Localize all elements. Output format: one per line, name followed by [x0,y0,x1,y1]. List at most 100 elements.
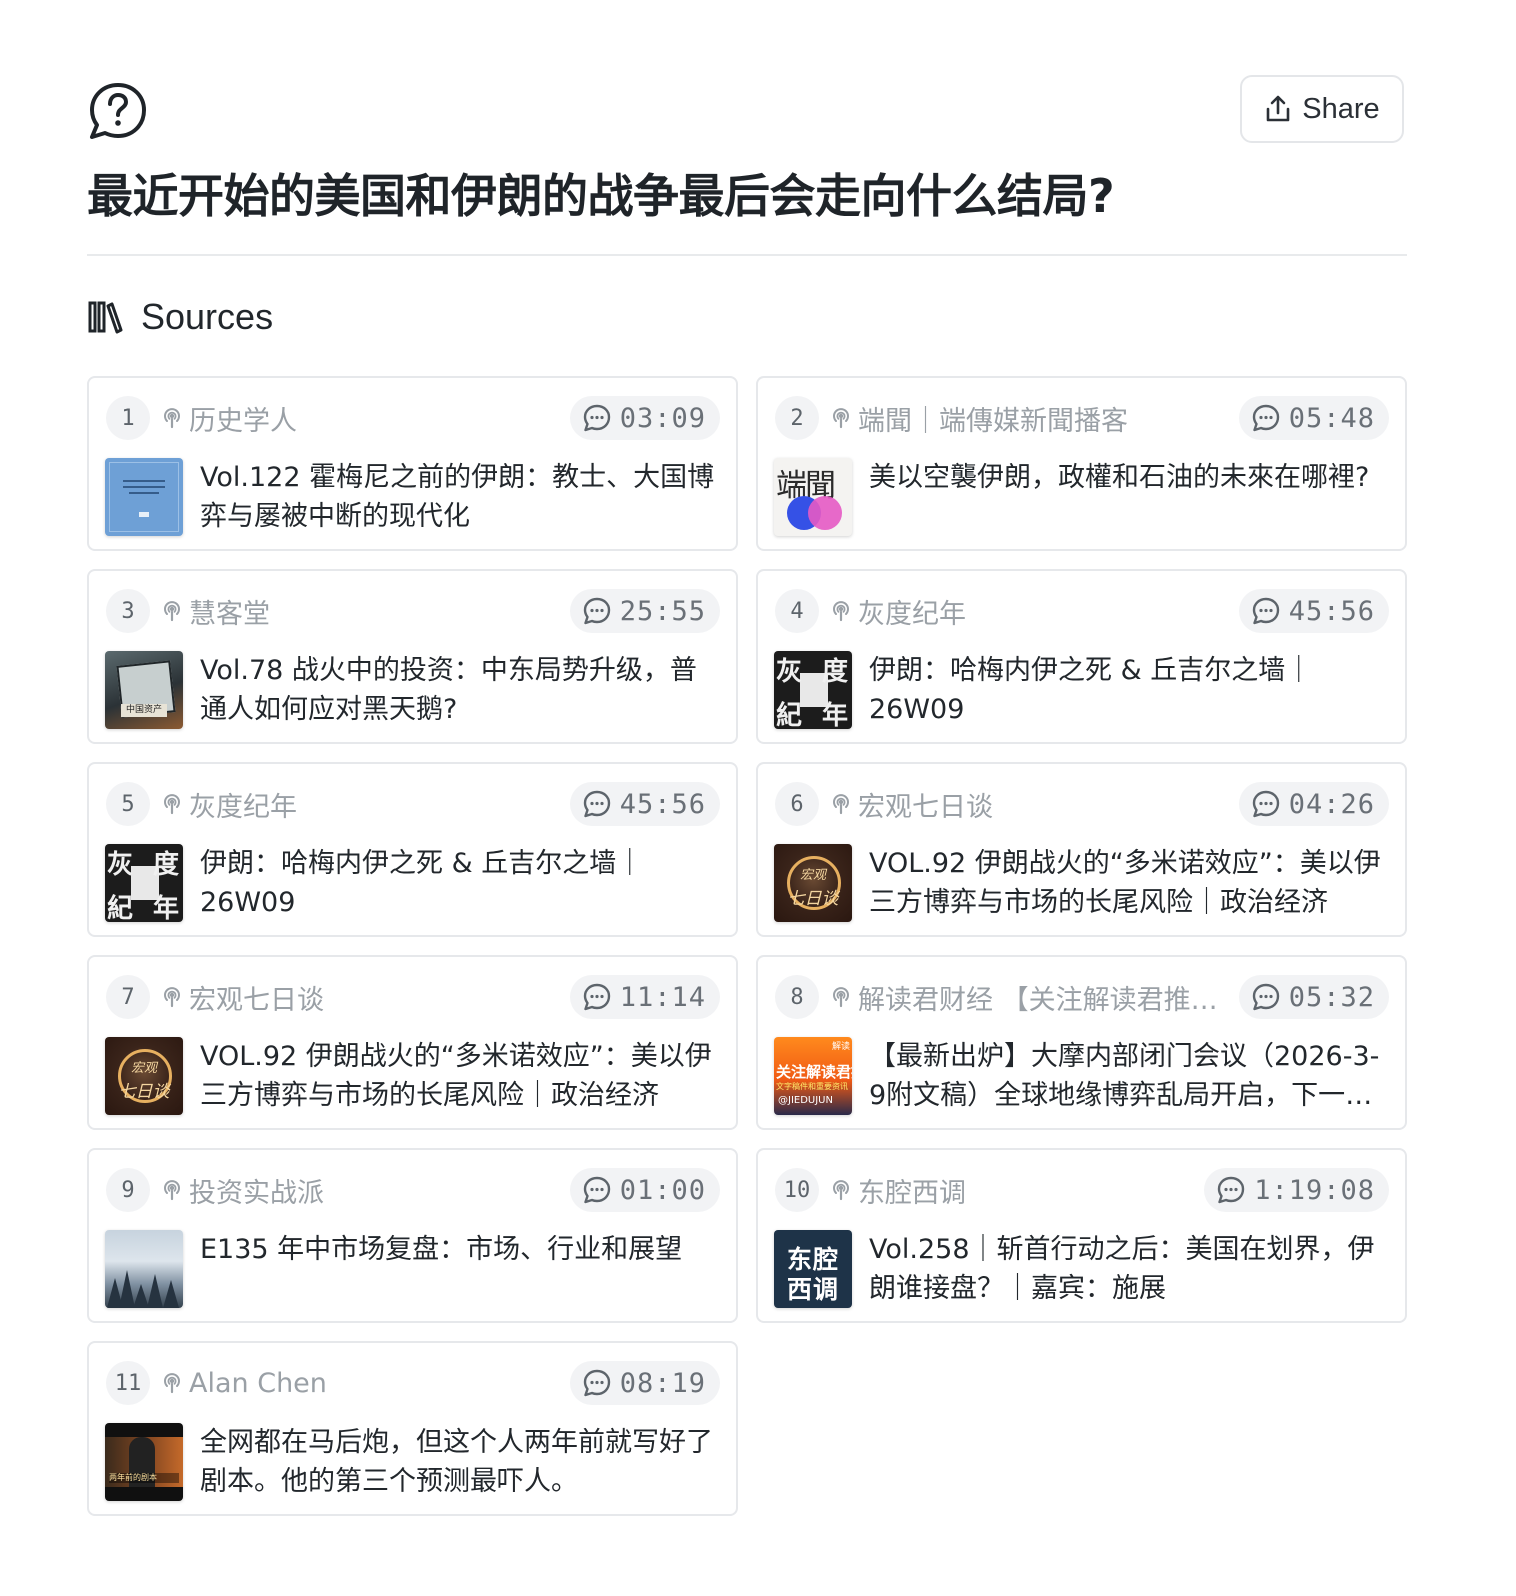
episode-title[interactable]: E135 年中市场复盘：市场、行业和展望 [200,1230,682,1269]
podcast-name: 解读君财经 【关注解读君推特】 [858,984,1227,1016]
timestamp: 25:55 [619,595,706,627]
source-meta: 1 历史学人 03:09 [106,396,720,440]
timestamp: 11:14 [619,981,706,1013]
podcast-icon [833,987,849,1008]
episode-title[interactable]: Vol.258｜斩首行动之后：美国在划界，伊朗谁接盘？｜嘉宾：施展 [869,1230,1389,1308]
source-meta: 8 解读君财经 【关注解读君推特】 05:32 [775,975,1389,1019]
source-number: 1 [106,396,150,440]
timestamp-badge[interactable]: 01:00 [569,1168,720,1212]
podcast-name: 灰度纪年 [858,598,966,630]
source-card[interactable]: 7 宏观七日谈 11:14 宏观 七日谈 VOL.92 伊朗战火的“多米诺效应”：美以伊三… [87,955,738,1130]
sources-grid: 1 历史学人 03:09 Vol.122 霍梅尼之前的伊朗：教士、大国博弈与屡被中断的… [87,376,1407,1516]
source-card[interactable]: 2 端聞｜端傳媒新聞播客 05:48 端聞 美以空襲伊朗，政權和石油的未來在哪裡? [756,376,1407,551]
podcast-name: Alan Chen [189,1367,327,1399]
timestamp: 1:19:08 [1254,1174,1375,1206]
divider [87,254,1407,256]
timestamp-badge[interactable]: 1:19:08 [1204,1168,1389,1212]
episode-title[interactable]: 全网都在马后炮，但这个人两年前就写好了剧本。他的第三个预测最吓人。 [200,1423,720,1501]
podcast-icon [164,1373,180,1394]
sources-title: Sources [141,296,274,337]
source-card[interactable]: 9 投资实战派 01:00 E135 年中市场复盘：市场、行业和展望 [87,1148,738,1323]
podcast-name: 端聞｜端傳媒新聞播客 [858,405,1128,437]
share-label: Share [1302,92,1380,125]
timestamp-badge[interactable]: 05:48 [1238,396,1389,440]
episode-thumbnail: 中国资产 [105,651,183,729]
source-card[interactable]: 8 解读君财经 【关注解读君推特】 05:32 解读关注解读君推特文字稿件和重要资讯@… [756,955,1407,1130]
source-card[interactable]: 1 历史学人 03:09 Vol.122 霍梅尼之前的伊朗：教士、大国博弈与屡被中断的… [87,376,738,551]
timestamp: 04:26 [1288,788,1375,820]
comment-bubble-icon [583,404,610,432]
episode-title[interactable]: 美以空襲伊朗，政權和石油的未來在哪裡? [869,458,1369,497]
podcast-name: 宏观七日谈 [189,984,324,1016]
comment-bubble-icon [1252,790,1279,818]
episode-title[interactable]: 伊朗：哈梅内伊之死 & 丘吉尔之墙｜26W09 [869,651,1389,729]
source-meta: 10 东腔西调 1:19:08 [775,1168,1389,1212]
timestamp: 45:56 [619,788,706,820]
source-meta: 9 投资实战派 01:00 [106,1168,720,1212]
podcast-icon [164,987,180,1008]
episode-thumbnail: 灰度紀年 [774,651,852,729]
timestamp-badge[interactable]: 08:19 [569,1361,720,1405]
timestamp: 01:00 [619,1174,706,1206]
timestamp-badge[interactable]: 25:55 [569,589,720,633]
source-number: 2 [775,396,819,440]
source-card[interactable]: 4 灰度纪年 45:56 灰度紀年伊朗：哈梅内伊之死 & 丘吉尔之墙｜26W09 [756,569,1407,744]
podcast-icon [833,601,849,622]
timestamp: 03:09 [619,402,706,434]
source-card[interactable]: 3 慧客堂 25:55 中国资产 Vol.78 战火中的投资：中东局势升级，普通人如何应… [87,569,738,744]
share-button[interactable]: Share [1240,75,1404,143]
episode-row: 宏观 七日谈 VOL.92 伊朗战火的“多米诺效应”：美以伊三方博弈与市场的长尾风险… [105,1037,720,1117]
comment-bubble-icon [1252,983,1279,1011]
timestamp-badge[interactable]: 05:32 [1238,975,1389,1019]
question-title: 最近开始的美国和伊朗的战争最后会走向什么结局? [87,169,1115,223]
podcast-name: 东腔西调 [858,1177,966,1209]
source-meta: 5 灰度纪年 45:56 [106,782,720,826]
share-upload-icon [1266,95,1290,122]
episode-row: 中国资产 Vol.78 战火中的投资：中东局势升级，普通人如何应对黑天鹅? [105,651,720,731]
episode-title[interactable]: 伊朗：哈梅内伊之死 & 丘吉尔之墙｜26W09 [200,844,720,922]
source-card[interactable]: 11 Alan Chen 08:19 两年前的剧本 全网都在马后炮，但这个人两年前就写好… [87,1341,738,1516]
podcast-icon [833,408,849,429]
timestamp: 08:19 [619,1367,706,1399]
timestamp: 45:56 [1288,595,1375,627]
episode-row: 端聞 美以空襲伊朗，政權和石油的未來在哪裡? [774,458,1389,538]
comment-bubble-icon [583,1176,610,1204]
timestamp-badge[interactable]: 11:14 [569,975,720,1019]
episode-title[interactable]: Vol.122 霍梅尼之前的伊朗：教士、大国博弈与屡被中断的现代化 [200,458,720,536]
timestamp-badge[interactable]: 45:56 [569,782,720,826]
episode-title[interactable]: Vol.78 战火中的投资：中东局势升级，普通人如何应对黑天鹅? [200,651,720,729]
podcast-name: 灰度纪年 [189,791,297,823]
source-number: 10 [775,1168,819,1212]
timestamp-badge[interactable]: 04:26 [1238,782,1389,826]
comment-bubble-icon [1218,1176,1245,1204]
source-card[interactable]: 6 宏观七日谈 04:26 宏观 七日谈 VOL.92 伊朗战火的“多米诺效应”：美以伊三… [756,762,1407,937]
episode-thumbnail: 端聞 [774,458,852,536]
episode-thumbnail: 解读关注解读君推特文字稿件和重要资讯@JIEDUJUN [774,1037,852,1115]
episode-title[interactable]: VOL.92 伊朗战火的“多米诺效应”：美以伊三方博弈与市场的长尾风险｜政治经济 [200,1037,720,1115]
timestamp-badge[interactable]: 45:56 [1238,589,1389,633]
comment-bubble-icon [583,1369,610,1397]
source-card[interactable]: 5 灰度纪年 45:56 灰度紀年伊朗：哈梅内伊之死 & 丘吉尔之墙｜26W09 [87,762,738,937]
library-books-icon [88,301,123,334]
timestamp: 05:48 [1288,402,1375,434]
episode-row: 东腔 西调 Vol.258｜斩首行动之后：美国在划界，伊朗谁接盘？｜嘉宾：施展 [774,1230,1389,1310]
episode-title[interactable]: VOL.92 伊朗战火的“多米诺效应”：美以伊三方博弈与市场的长尾风险｜政治经济 [869,844,1389,922]
episode-row: 灰度紀年伊朗：哈梅内伊之死 & 丘吉尔之墙｜26W09 [105,844,720,924]
podcast-icon [164,601,180,622]
episode-title[interactable]: 【最新出炉】大摩内部闭门会议（2026-3-9附文稿）全球地缘博弈乱局开启，下一… [869,1037,1389,1115]
source-number: 9 [106,1168,150,1212]
source-number: 3 [106,589,150,633]
timestamp-badge[interactable]: 03:09 [569,396,720,440]
episode-thumbnail [105,1230,183,1308]
timestamp: 05:32 [1288,981,1375,1013]
podcast-name: 历史学人 [189,405,297,437]
source-meta: 4 灰度纪年 45:56 [775,589,1389,633]
source-meta: 6 宏观七日谈 04:26 [775,782,1389,826]
episode-row: 两年前的剧本 全网都在马后炮，但这个人两年前就写好了剧本。他的第三个预测最吓人。 [105,1423,720,1503]
source-number: 7 [106,975,150,1019]
episode-row: Vol.122 霍梅尼之前的伊朗：教士、大国博弈与屡被中断的现代化 [105,458,720,538]
source-card[interactable]: 10 东腔西调 1:19:08 东腔 西调 Vol.258｜斩首行动之后：美国在划界，伊朗… [756,1148,1407,1323]
episode-thumbnail: 宏观 七日谈 [105,1037,183,1115]
episode-row: 解读关注解读君推特文字稿件和重要资讯@JIEDUJUN【最新出炉】大摩内部闭门会… [774,1037,1389,1117]
comment-bubble-icon [1252,597,1279,625]
